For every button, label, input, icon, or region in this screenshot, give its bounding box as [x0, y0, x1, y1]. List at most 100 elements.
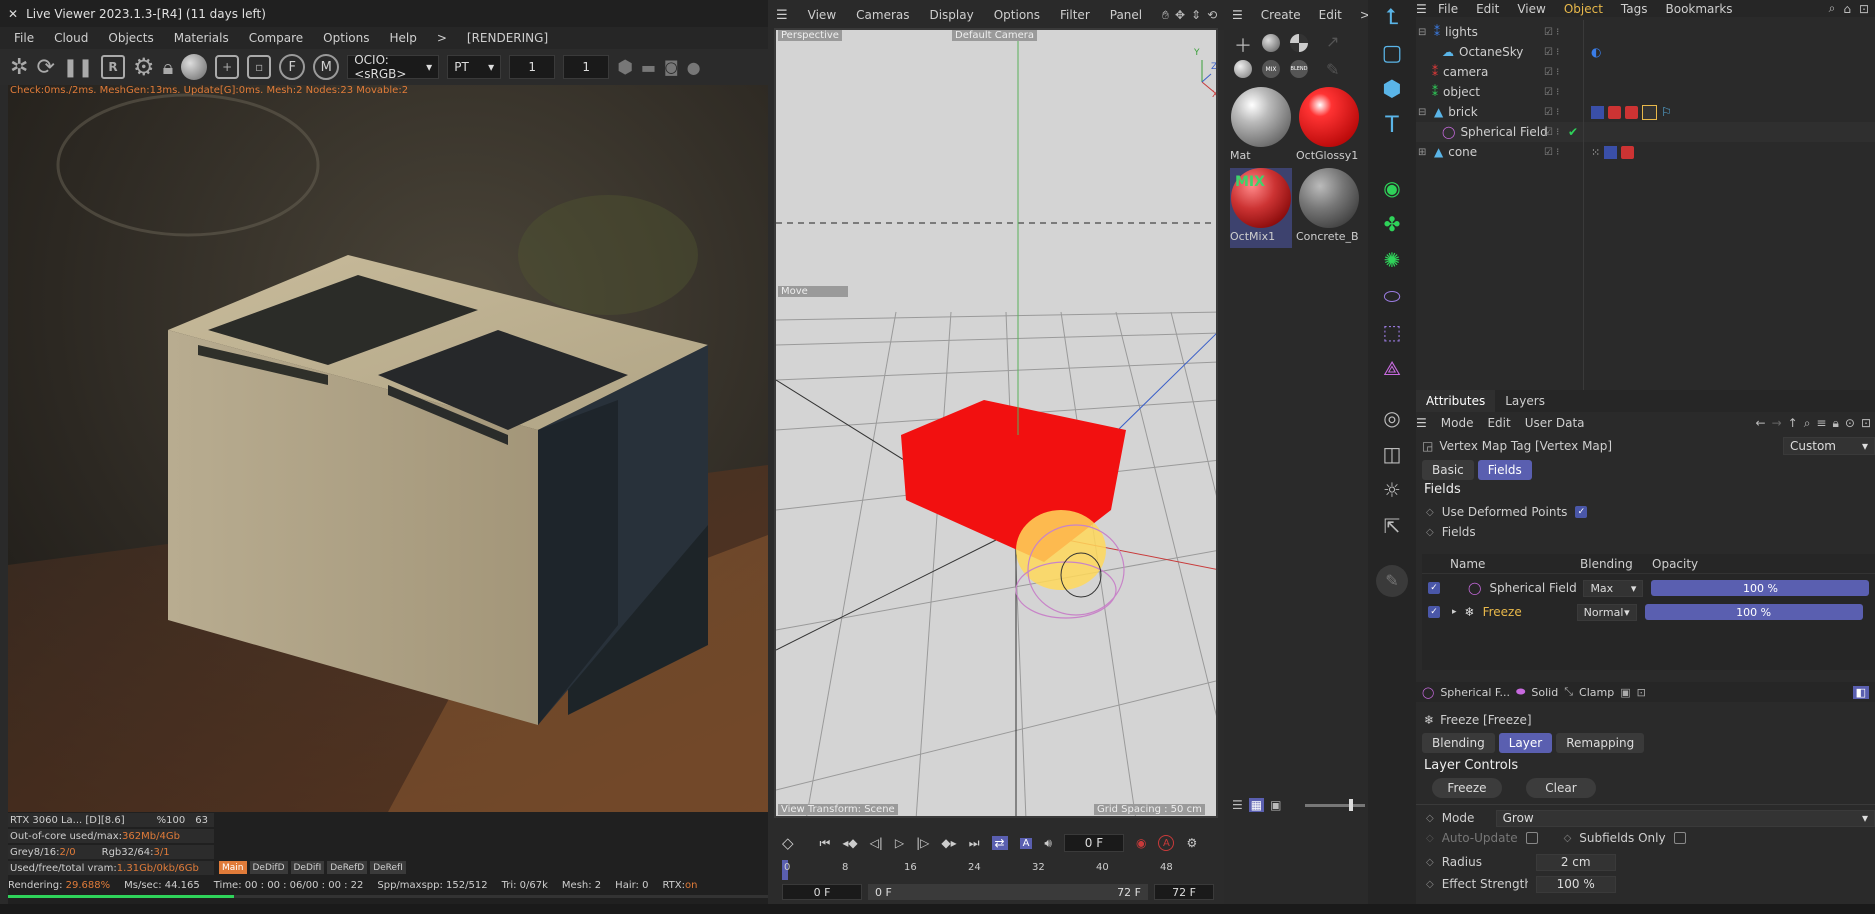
spline-tool-icon[interactable]: ⬚ [1368, 314, 1416, 350]
light-icon[interactable]: ☼ [1368, 472, 1416, 508]
mix-material-icon[interactable]: MIX [1262, 60, 1280, 78]
blend-material-icon[interactable]: BLEND [1290, 60, 1308, 78]
pass-dedifi[interactable]: DeDifI [290, 861, 325, 874]
focus-pick-icon[interactable]: F [279, 54, 306, 80]
cloth-tag-icon[interactable]: ⚐ [1661, 105, 1672, 119]
prev-frame-icon[interactable]: ◁| [870, 836, 883, 850]
range-bar[interactable]: 0 F 72 F [868, 884, 1148, 900]
material-swatch-concrete[interactable]: Concrete_B [1296, 168, 1362, 248]
effect-strength-field[interactable]: 100 % [1535, 875, 1616, 893]
visibility-toggle[interactable]: ☑ ⁝ [1544, 87, 1559, 98]
kernel-select[interactable]: PT ▾ [447, 55, 502, 79]
rotate-view-icon[interactable]: ⟲ [1207, 8, 1217, 22]
freeze-button[interactable]: Freeze [1432, 778, 1502, 798]
move-view-icon[interactable]: ✥ [1175, 8, 1185, 22]
vertex-map-tag-icon[interactable] [1642, 104, 1657, 120]
back-arrow-icon[interactable]: ← [1756, 416, 1766, 430]
tab-layers[interactable]: Layers [1495, 394, 1555, 408]
lock-icon[interactable]: 🔒︎ [1832, 416, 1838, 431]
pan-icon[interactable]: ✋︎ [1162, 8, 1169, 23]
material-tag-icon[interactable] [1621, 145, 1635, 159]
effector-icon[interactable]: ✺ [1368, 242, 1416, 278]
field-layer-row[interactable]: ✓ ▸ ❄ Freeze Normal ▾ 100 % [1422, 600, 1875, 624]
menu-more[interactable]: > [437, 31, 447, 45]
settings-icon[interactable]: ✲ [10, 55, 28, 80]
menu-item-materials[interactable]: Materials [174, 31, 229, 45]
autokey-icon[interactable]: A [1158, 835, 1175, 851]
large-view-icon[interactable]: ▣ [1270, 798, 1281, 812]
menu-edit[interactable]: Edit [1476, 2, 1499, 16]
material-shader-icon[interactable] [1234, 60, 1252, 78]
use-deformed-points-checkbox[interactable]: ✓ [1575, 506, 1588, 518]
search-icon[interactable]: ⌕ [1829, 1, 1836, 16]
subfields-only-checkbox[interactable] [1673, 832, 1686, 844]
uvw-tag-icon[interactable] [1604, 145, 1618, 159]
restart-icon[interactable]: ⟳ [36, 55, 54, 80]
render-view[interactable]: Check:0ms./2ms. MeshGen:13ms. Update[G]:… [8, 85, 768, 812]
menu-item-options[interactable]: Options [323, 31, 369, 45]
end-frame-field[interactable]: 72 F [1154, 884, 1214, 900]
keyframe-diamond-icon[interactable]: ◇ [1426, 813, 1434, 824]
menu-item-objects[interactable]: Objects [108, 31, 153, 45]
cloner-icon[interactable]: ✤ [1368, 206, 1416, 242]
visibility-toggle[interactable]: ☑ ⁝ [1544, 27, 1559, 38]
tab-basic[interactable]: Basic [1422, 460, 1474, 480]
pipette-icon[interactable]: ✎ [1326, 60, 1339, 79]
keyframe-diamond-icon[interactable]: ◇ [1426, 833, 1434, 844]
goto-end-icon[interactable]: ⏭ [969, 836, 980, 851]
collapse-icon[interactable]: ⊟ [1418, 107, 1432, 118]
hamburger-icon[interactable]: ☰ [776, 8, 788, 23]
menu-tags[interactable]: Tags [1621, 2, 1648, 16]
camera-mode-label[interactable]: Perspective [778, 30, 842, 41]
layer-enable-checkbox[interactable]: ✓ [1428, 582, 1440, 594]
new-window-icon[interactable]: ⊡ [1859, 2, 1869, 16]
field-icon[interactable]: ⟁ [1368, 350, 1416, 386]
zoom-icon[interactable]: ⇕ [1191, 8, 1201, 22]
menu-filter[interactable]: Filter [1060, 8, 1090, 22]
add-material-icon[interactable]: ＋ [1234, 32, 1252, 58]
pass-derefi[interactable]: DeRefI [370, 861, 406, 874]
perspective-viewport[interactable]: Perspective Default Camera Move Y Z X Vi… [774, 28, 1218, 818]
expand-icon[interactable]: ⊞ [1418, 147, 1432, 158]
list-view-icon[interactable]: ☰ [1232, 798, 1243, 812]
layer-enable-checkbox[interactable]: ✓ [1428, 606, 1440, 618]
dots-tag-icon[interactable]: ⁙ [1591, 146, 1600, 159]
preset-select[interactable]: Custom ▾ [1783, 437, 1875, 455]
record-icon[interactable]: ● [687, 58, 701, 77]
add-spherical-field[interactable]: Spherical F... [1440, 686, 1510, 699]
clear-region-icon[interactable]: ▫ [247, 55, 272, 79]
cube-icon[interactable]: ⬢ [1368, 72, 1416, 108]
keyframe-diamond-icon[interactable]: ◇ [1564, 833, 1572, 844]
auto-update-checkbox[interactable] [1525, 832, 1538, 844]
sphere-preview-icon[interactable] [1262, 34, 1280, 52]
layer-blending-select[interactable]: Max ▾ [1583, 579, 1644, 597]
object-row-octanesky[interactable]: ☁ OctaneSky ☑ ⁝ ◐ [1416, 42, 1875, 62]
folder-icon[interactable]: ▣ [1620, 686, 1630, 699]
record-icon[interactable]: ◉ [1136, 836, 1146, 850]
object-row-brick[interactable]: ⊟ ▲ brick ☑ ⁝ ⚐ [1416, 102, 1875, 122]
visibility-toggle[interactable]: ☑ ⁝ [1544, 67, 1559, 78]
layer-blending-select[interactable]: Normal ▾ [1576, 603, 1637, 621]
keyframe-settings-icon[interactable]: ⚙ [1186, 836, 1197, 850]
brush-icon[interactable]: ✎ [1376, 565, 1408, 597]
render-field-b[interactable]: 1 [563, 55, 610, 79]
lock-icon[interactable]: 🔒︎ [163, 55, 174, 79]
menu-view[interactable]: View [808, 8, 836, 22]
menu-panel[interactable]: Panel [1110, 8, 1142, 22]
active-camera-label[interactable]: Default Camera [952, 30, 1037, 41]
next-frame-icon[interactable]: |▷ [916, 836, 929, 850]
radius-field[interactable]: 2 cm [1535, 853, 1616, 871]
arrow-icon[interactable]: ↗ [1326, 32, 1339, 51]
keyframe-diamond-icon[interactable]: ◇ [1426, 507, 1434, 518]
expand-arrow-icon[interactable]: ▸ [1452, 607, 1457, 617]
camera-object-icon[interactable]: ◫ [1368, 436, 1416, 472]
settings-icon[interactable]: ⊙ [1845, 416, 1855, 430]
prev-key-icon[interactable]: ◂◆ [842, 836, 857, 850]
filter-icon[interactable]: ≡ [1816, 416, 1826, 430]
region-render-icon[interactable]: R [101, 55, 126, 79]
polygon-pen-icon[interactable]: ◉ [1368, 170, 1416, 206]
keyframe-diamond-icon[interactable]: ◇ [1426, 857, 1434, 868]
pass-dedifd[interactable]: DeDifD [249, 861, 288, 874]
film-icon[interactable]: ▬ [641, 58, 656, 77]
hamburger-icon[interactable]: ☰ [1232, 8, 1243, 22]
